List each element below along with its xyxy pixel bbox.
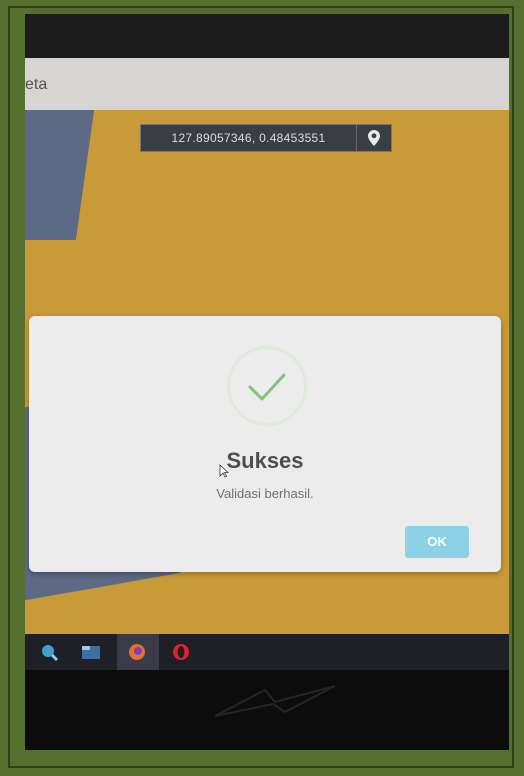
window-title-bar <box>25 14 509 58</box>
success-icon-ring <box>227 346 307 426</box>
page-title: eta <box>25 76 48 93</box>
taskbar <box>25 634 509 670</box>
screen-photo: eta 127.89057346, 0.48453551 Sukses Vali… <box>25 14 509 750</box>
coordinate-text: 127.89057346, 0.48453551 <box>141 125 357 151</box>
map-view[interactable]: 127.89057346, 0.48453551 Sukses Validasi… <box>25 110 509 634</box>
map-polygon <box>25 110 95 240</box>
locate-button[interactable] <box>357 125 391 151</box>
map-pin-icon <box>368 130 380 146</box>
mouse-cursor-icon <box>219 464 229 478</box>
check-icon <box>248 373 286 401</box>
photo-frame: eta 127.89057346, 0.48453551 Sukses Vali… <box>0 0 524 776</box>
page-header: eta <box>25 58 509 110</box>
laptop-bezel <box>25 670 509 750</box>
rog-logo-icon <box>214 685 336 717</box>
search-icon[interactable] <box>39 642 59 662</box>
dialog-message: Validasi berhasil. <box>216 486 314 501</box>
opera-icon[interactable] <box>171 642 191 662</box>
ok-button[interactable]: OK <box>405 526 469 558</box>
firefox-icon[interactable] <box>127 642 147 662</box>
dialog-title: Sukses <box>226 448 304 473</box>
success-dialog: Sukses Validasi berhasil. OK <box>29 316 501 572</box>
coordinate-display: 127.89057346, 0.48453551 <box>140 124 392 152</box>
folder-icon[interactable] <box>81 642 101 662</box>
